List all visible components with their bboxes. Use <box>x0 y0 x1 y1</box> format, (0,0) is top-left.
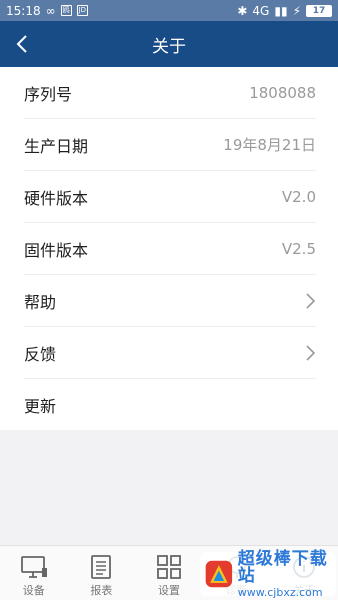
tab-settings-label: 设置 <box>157 584 180 597</box>
watermark-title: 超级棒下载站 <box>237 548 328 586</box>
firmware-version-row: 固件版本 V2.5 <box>24 223 316 275</box>
notification-badge-2: JD <box>76 5 89 16</box>
watermark-url: www.cjbxz.com <box>237 585 323 599</box>
feedback-label: 反馈 <box>24 344 57 364</box>
hardware-version-value: V2.0 <box>281 187 316 206</box>
tab-report-label: 报表 <box>90 584 113 597</box>
app-header: 关于 <box>0 21 338 67</box>
status-bar: 15:18 ∞ 鸥 JD ✱ 4G ▮▮ ⚡ 17 <box>0 0 338 21</box>
tab-device[interactable]: 设备 <box>0 546 68 600</box>
chevron-right-icon <box>304 292 316 310</box>
firmware-version-label: 固件版本 <box>24 240 89 260</box>
serial-number-value: 1808088 <box>249 83 316 102</box>
status-time: 15:18 <box>6 3 41 18</box>
site-watermark: 超级棒下载站 www.cjbxz.com <box>200 548 336 599</box>
tab-settings[interactable]: 设置 <box>135 546 203 600</box>
help-row[interactable]: 帮助 <box>24 275 316 327</box>
report-icon <box>91 555 112 579</box>
hardware-version-row: 硬件版本 V2.0 <box>24 171 316 223</box>
update-row[interactable]: 更新 <box>24 379 316 430</box>
hardware-version-label: 硬件版本 <box>24 188 89 208</box>
signal-icon: ▮▮ <box>274 3 288 18</box>
bluetooth-icon: ✱ <box>237 3 248 18</box>
firmware-version-value: V2.5 <box>281 239 316 258</box>
signal-text: 4G <box>252 3 270 18</box>
serial-number-row: 序列号 1808088 <box>24 67 316 119</box>
chevron-right-icon <box>304 344 316 362</box>
notification-badge-1: 鸥 <box>60 5 72 16</box>
production-date-value: 19年8月21日 <box>223 136 316 154</box>
battery-icon: 17 <box>306 4 332 17</box>
back-arrow-icon <box>16 35 27 53</box>
production-date-label: 生产日期 <box>24 136 89 156</box>
watermark-logo-icon <box>205 560 233 588</box>
feedback-row[interactable]: 反馈 <box>24 327 316 379</box>
production-date-row: 生产日期 19年8月21日 <box>24 119 316 171</box>
tab-device-label: 设备 <box>22 584 45 597</box>
monitor-icon <box>20 556 47 578</box>
charging-icon: ⚡ <box>292 3 301 18</box>
serial-number-label: 序列号 <box>24 84 73 104</box>
page-title: 关于 <box>152 36 186 57</box>
update-label: 更新 <box>24 396 57 416</box>
infinity-icon: ∞ <box>45 3 56 18</box>
about-info-list: 序列号 1808088 生产日期 19年8月21日 硬件版本 V2.0 固件版本… <box>0 67 338 430</box>
grid-icon <box>157 555 181 579</box>
back-button[interactable] <box>10 32 34 56</box>
tab-report[interactable]: 报表 <box>68 546 136 600</box>
help-label: 帮助 <box>24 292 57 312</box>
